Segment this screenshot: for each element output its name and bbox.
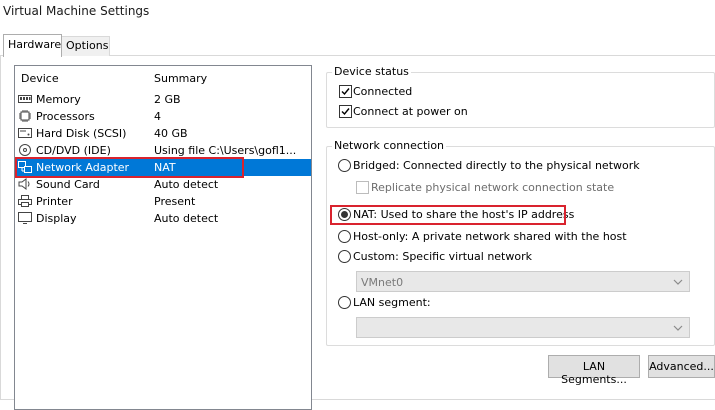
device-list[interactable]: Device Summary Memory 2 GB Processors 4 …: [14, 65, 312, 410]
device-row-sound-card[interactable]: Sound Card Auto detect: [15, 176, 311, 193]
chevron-down-icon: [673, 279, 683, 285]
lan-segments-button[interactable]: LAN Segments...: [548, 355, 640, 386]
lan-segment-select[interactable]: [356, 317, 690, 338]
device-summary: 40 GB: [154, 127, 188, 140]
network-connection-label: Network connection: [332, 139, 447, 152]
device-name: Hard Disk (SCSI): [36, 127, 127, 140]
device-name: Sound Card: [36, 178, 100, 191]
highlight-annotation-nat: [330, 205, 566, 225]
device-name: Display: [36, 212, 77, 225]
cd-dvd-icon: [19, 144, 31, 156]
hard-disk-icon: [18, 128, 32, 138]
device-summary: Present: [154, 195, 196, 208]
tab-hardware[interactable]: Hardware: [3, 34, 62, 57]
memory-icon: [18, 95, 32, 103]
connect-at-power-on-checkbox[interactable]: [339, 105, 352, 118]
network-connection-group: [326, 146, 715, 346]
replicate-checkbox[interactable]: [356, 181, 369, 194]
device-summary: 2 GB: [154, 93, 181, 106]
advanced-button[interactable]: Advanced...: [648, 355, 715, 378]
sound-card-icon: [18, 178, 30, 190]
bridged-label[interactable]: Bridged: Connected directly to the physi…: [353, 159, 640, 172]
chevron-down-icon: [673, 325, 683, 331]
column-header-summary[interactable]: Summary: [154, 72, 207, 85]
custom-label[interactable]: Custom: Specific virtual network: [353, 250, 532, 263]
checkmark-icon: [341, 88, 350, 96]
device-status-label: Device status: [332, 65, 411, 78]
device-summary: Auto detect: [154, 212, 219, 225]
device-status-group: [326, 72, 715, 128]
device-name: Printer: [36, 195, 73, 208]
checkmark-icon: [341, 108, 350, 116]
device-list-header: Device Summary: [15, 66, 311, 90]
connected-checkbox[interactable]: [339, 85, 352, 98]
custom-network-select[interactable]: VMnet0: [356, 271, 690, 292]
device-row-processors[interactable]: Processors 4: [15, 108, 311, 125]
highlight-annotation-network-adapter: [15, 157, 244, 178]
window-title: Virtual Machine Settings: [3, 4, 150, 18]
host-only-radio[interactable]: [338, 230, 351, 243]
lan-segment-label[interactable]: LAN segment:: [353, 296, 431, 309]
device-row-display[interactable]: Display Auto detect: [15, 210, 311, 227]
processor-icon: [19, 110, 31, 122]
bridged-radio[interactable]: [338, 159, 351, 172]
device-summary: Auto detect: [154, 178, 219, 191]
device-summary: Using file C:\Users\gofl1...: [154, 144, 297, 157]
device-row-hard-disk[interactable]: Hard Disk (SCSI) 40 GB: [15, 125, 311, 142]
display-icon: [18, 212, 32, 224]
device-row-memory[interactable]: Memory 2 GB: [15, 91, 311, 108]
column-header-device[interactable]: Device: [21, 72, 59, 85]
connect-at-power-on-label[interactable]: Connect at power on: [353, 105, 468, 118]
device-summary: 4: [154, 110, 161, 123]
replicate-label[interactable]: Replicate physical network connection st…: [371, 181, 614, 194]
custom-network-value: VMnet0: [361, 276, 404, 289]
tab-strip: Hardware Options: [0, 34, 715, 57]
tab-options[interactable]: Options: [61, 36, 110, 56]
device-name: Memory: [36, 93, 81, 106]
printer-icon: [18, 195, 32, 207]
host-only-label[interactable]: Host-only: A private network shared with…: [353, 230, 627, 243]
device-row-printer[interactable]: Printer Present: [15, 193, 311, 210]
custom-radio[interactable]: [338, 250, 351, 263]
device-name: Processors: [36, 110, 95, 123]
lan-segment-radio[interactable]: [338, 296, 351, 309]
connected-label[interactable]: Connected: [353, 85, 412, 98]
device-name: CD/DVD (IDE): [36, 144, 111, 157]
